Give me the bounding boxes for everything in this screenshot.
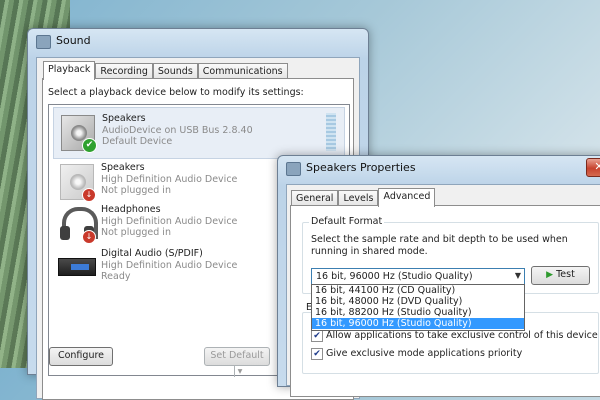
sound-window-title: Sound xyxy=(56,34,91,47)
device-description: AudioDevice on USB Bus 2.8.40 xyxy=(102,124,253,136)
sound-tab-strip: Playback Recording Sounds Communications xyxy=(43,61,288,80)
format-option[interactable]: 16 bit, 88200 Hz (Studio Quality) xyxy=(312,307,524,318)
properties-tab-strip: General Levels Advanced xyxy=(291,188,436,207)
set-default-button[interactable]: Set Default ▾ xyxy=(204,347,270,377)
configure-button[interactable]: Configure xyxy=(49,347,113,366)
format-dropdown-list[interactable]: 16 bit, 44100 Hz (CD Quality) 16 bit, 48… xyxy=(311,284,525,331)
speaker-icon: ↓ xyxy=(58,162,96,202)
allow-exclusive-control-option[interactable]: ✔ Allow applications to take exclusive c… xyxy=(311,330,598,342)
device-name: Headphones xyxy=(101,204,161,215)
playback-instruction: Select a playback device below to modify… xyxy=(48,87,304,98)
sound-titlebar[interactable]: Sound xyxy=(28,29,368,53)
properties-window-title: Speakers Properties xyxy=(306,161,416,174)
format-select[interactable]: 16 bit, 96000 Hz (Studio Quality) ▼ xyxy=(311,268,525,285)
properties-titlebar[interactable]: Speakers Properties ✕ xyxy=(278,156,600,180)
device-status: Default Device xyxy=(102,136,173,147)
allow-exclusive-control-label: Allow applications to take exclusive con… xyxy=(326,330,598,341)
unplugged-icon: ↓ xyxy=(82,230,96,244)
format-select-value: 16 bit, 96000 Hz (Studio Quality) xyxy=(316,271,473,282)
test-button[interactable]: ▶ Test xyxy=(531,266,590,285)
device-status: Not plugged in xyxy=(101,227,171,238)
format-option-highlighted[interactable]: 16 bit, 96000 Hz (Studio Quality) xyxy=(312,318,524,329)
sound-app-icon xyxy=(36,35,51,49)
close-icon[interactable]: ✕ xyxy=(586,158,600,177)
set-default-label: Set Default xyxy=(210,350,264,361)
headphones-icon: ↓ xyxy=(58,204,98,244)
chevron-down-icon[interactable]: ▼ xyxy=(515,271,521,280)
tab-playback[interactable]: Playback xyxy=(43,61,96,80)
exclusive-priority-checkbox[interactable]: ✔ xyxy=(311,348,323,360)
play-icon: ▶ xyxy=(546,270,554,280)
device-description: High Definition Audio Device xyxy=(101,215,238,227)
allow-exclusive-control-checkbox[interactable]: ✔ xyxy=(311,330,323,342)
device-description: High Definition Audio Device xyxy=(101,173,238,185)
device-name: Speakers xyxy=(101,162,145,173)
device-status: Not plugged in xyxy=(101,185,171,196)
device-description: High Definition Audio Device xyxy=(101,259,238,271)
volume-level-meter xyxy=(326,113,336,151)
device-status: Ready xyxy=(101,271,131,282)
device-name: Digital Audio (S/PDIF) xyxy=(101,248,203,259)
exclusive-priority-label: Give exclusive mode applications priorit… xyxy=(326,348,523,359)
speaker-app-icon xyxy=(286,162,301,176)
default-format-label: Default Format xyxy=(309,216,385,227)
default-check-icon: ✔ xyxy=(82,138,97,153)
speaker-icon: ✔ xyxy=(59,113,97,153)
digital-audio-icon xyxy=(58,248,96,286)
device-name: Speakers xyxy=(102,113,146,124)
default-format-description: Select the sample rate and bit depth to … xyxy=(311,234,568,257)
exclusive-priority-option[interactable]: ✔ Give exclusive mode applications prior… xyxy=(311,348,591,360)
test-button-label: Test xyxy=(556,269,575,280)
device-item-speakers-usb[interactable]: ✔ Speakers AudioDevice on USB Bus 2.8.40… xyxy=(53,107,345,159)
tab-advanced[interactable]: Advanced xyxy=(378,188,436,207)
format-option[interactable]: 16 bit, 44100 Hz (CD Quality) xyxy=(312,285,524,296)
format-option[interactable]: 16 bit, 48000 Hz (DVD Quality) xyxy=(312,296,524,307)
